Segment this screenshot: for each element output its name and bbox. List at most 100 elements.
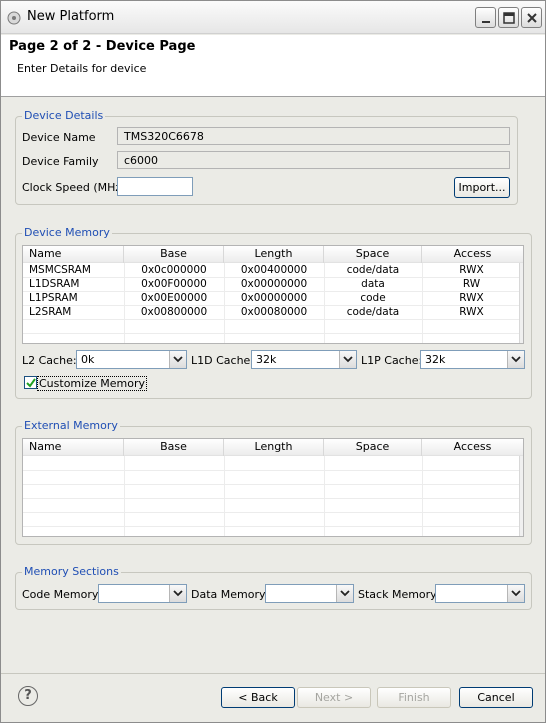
- page-subtitle: Enter Details for device: [17, 62, 147, 75]
- cell-length: 0x00000000: [240, 292, 308, 304]
- cell-space: code/data: [346, 264, 400, 276]
- column-header-space[interactable]: Space: [324, 439, 422, 456]
- l2-cache-label: L2 Cache:: [22, 354, 77, 367]
- cell-access: RW: [462, 278, 481, 290]
- l2-cache-dropdown-button[interactable]: [169, 351, 186, 368]
- help-icon[interactable]: ?: [18, 686, 38, 706]
- chevron-down-icon: [173, 590, 183, 597]
- l1p-cache-select[interactable]: 32k: [420, 350, 525, 369]
- l1p-cache-value: 32k: [425, 353, 446, 366]
- l1d-cache-label: L1D Cache:: [191, 354, 255, 367]
- table-row-empty: [23, 457, 523, 471]
- table-row-empty: [23, 513, 523, 527]
- cell-space: code/data: [346, 306, 400, 318]
- column-header-space[interactable]: Space: [324, 246, 422, 263]
- table-row[interactable]: L2SRAM 0x00800000 0x00080000 code/data R…: [23, 306, 523, 320]
- code-memory-label: Code Memory:: [22, 588, 102, 601]
- device-memory-table[interactable]: Name Base Length Space Access MSMCSRAM 0…: [22, 245, 524, 344]
- table-row[interactable]: L1DSRAM 0x00F00000 0x00000000 data RW: [23, 278, 523, 292]
- import-button[interactable]: Import...: [454, 177, 510, 198]
- minimize-button[interactable]: [475, 7, 496, 28]
- cell-access: RWX: [459, 264, 484, 276]
- device-family-field[interactable]: c6000: [117, 151, 510, 169]
- stack-memory-dropdown-button[interactable]: [507, 585, 524, 602]
- cell-name: L2SRAM: [29, 306, 72, 318]
- vertical-scrollbar[interactable]: [519, 263, 523, 343]
- customize-memory-label[interactable]: Customize Memory: [37, 376, 147, 391]
- cell-length: 0x00080000: [240, 306, 308, 318]
- column-header-access[interactable]: Access: [422, 439, 523, 456]
- device-memory-legend: Device Memory: [22, 226, 112, 239]
- close-icon: [527, 13, 537, 23]
- cell-name: L1PSRAM: [29, 292, 78, 304]
- finish-button[interactable]: Finish: [377, 687, 451, 708]
- external-memory-table[interactable]: Name Base Length Space Access: [22, 438, 524, 537]
- clock-speed-input[interactable]: [117, 177, 193, 196]
- code-memory-dropdown-button[interactable]: [169, 585, 186, 602]
- table-row-empty: [23, 485, 523, 499]
- maximize-button[interactable]: [498, 7, 519, 28]
- title-bar: New Platform: [1, 1, 545, 34]
- cell-name: MSMCSRAM: [29, 264, 91, 276]
- chevron-down-icon: [343, 356, 353, 363]
- close-button[interactable]: [521, 7, 542, 28]
- cell-length: 0x00400000: [240, 264, 308, 276]
- chevron-down-icon: [173, 356, 183, 363]
- table-row-empty: [23, 471, 523, 485]
- data-memory-label: Data Memory:: [191, 588, 269, 601]
- chevron-down-icon: [340, 590, 350, 597]
- device-memory-table-header: Name Base Length Space Access: [23, 246, 523, 263]
- chevron-down-icon: [511, 356, 521, 363]
- l1d-cache-select[interactable]: 32k: [251, 350, 357, 369]
- cell-base: 0x00E00000: [140, 292, 208, 304]
- cell-name: L1DSRAM: [29, 278, 80, 290]
- cell-base: 0x00800000: [140, 306, 208, 318]
- table-row[interactable]: MSMCSRAM 0x0c000000 0x00400000 code/data…: [23, 264, 523, 278]
- customize-memory-checkbox[interactable]: [24, 376, 37, 389]
- data-memory-dropdown-button[interactable]: [336, 585, 353, 602]
- next-button[interactable]: Next >: [297, 687, 371, 708]
- cell-base: 0x00F00000: [141, 278, 207, 290]
- column-header-name[interactable]: Name: [23, 439, 124, 456]
- footer-separator: [1, 673, 545, 674]
- cell-access: RWX: [459, 306, 484, 318]
- column-header-name[interactable]: Name: [23, 246, 124, 263]
- cell-length: 0x00000000: [240, 278, 308, 290]
- page-title: Page 2 of 2 - Device Page: [9, 39, 196, 54]
- l2-cache-value: 0k: [81, 353, 95, 366]
- stack-memory-select[interactable]: [435, 584, 525, 603]
- column-header-length[interactable]: Length: [224, 439, 324, 456]
- column-header-base[interactable]: Base: [124, 246, 224, 263]
- l2-cache-select[interactable]: 0k: [76, 350, 187, 369]
- l1d-cache-dropdown-button[interactable]: [339, 351, 356, 368]
- cancel-button[interactable]: Cancel: [459, 687, 533, 708]
- column-header-access[interactable]: Access: [422, 246, 523, 263]
- cell-space: code: [360, 292, 386, 304]
- vertical-scrollbar[interactable]: [519, 456, 523, 536]
- minimize-icon: [482, 21, 490, 23]
- table-row[interactable]: L1PSRAM 0x00E00000 0x00000000 code RWX: [23, 292, 523, 306]
- l1d-cache-value: 32k: [256, 353, 277, 366]
- table-row-empty: [23, 320, 523, 334]
- external-memory-table-header: Name Base Length Space Access: [23, 439, 523, 456]
- device-details-legend: Device Details: [22, 109, 106, 122]
- l1p-cache-dropdown-button[interactable]: [507, 351, 524, 368]
- back-button[interactable]: < Back: [221, 687, 295, 708]
- stack-memory-label: Stack Memory:: [358, 588, 440, 601]
- cell-base: 0x0c000000: [141, 264, 207, 276]
- wizard-header: Page 2 of 2 - Device Page Enter Details …: [1, 35, 545, 97]
- column-header-length[interactable]: Length: [224, 246, 324, 263]
- memory-sections-legend: Memory Sections: [22, 565, 121, 578]
- app-logo-icon: [7, 11, 21, 25]
- clock-speed-label: Clock Speed (MHz): [22, 181, 126, 194]
- cell-access: RWX: [459, 292, 484, 304]
- table-row-empty: [23, 499, 523, 513]
- device-name-field[interactable]: TMS320C6678: [117, 127, 510, 145]
- device-name-label: Device Name: [22, 131, 96, 144]
- checkmark-icon: [26, 378, 36, 388]
- cell-space: data: [361, 278, 385, 290]
- l1p-cache-label: L1P Cache:: [361, 354, 423, 367]
- code-memory-select[interactable]: [98, 584, 187, 603]
- data-memory-select[interactable]: [265, 584, 354, 603]
- column-header-base[interactable]: Base: [124, 439, 224, 456]
